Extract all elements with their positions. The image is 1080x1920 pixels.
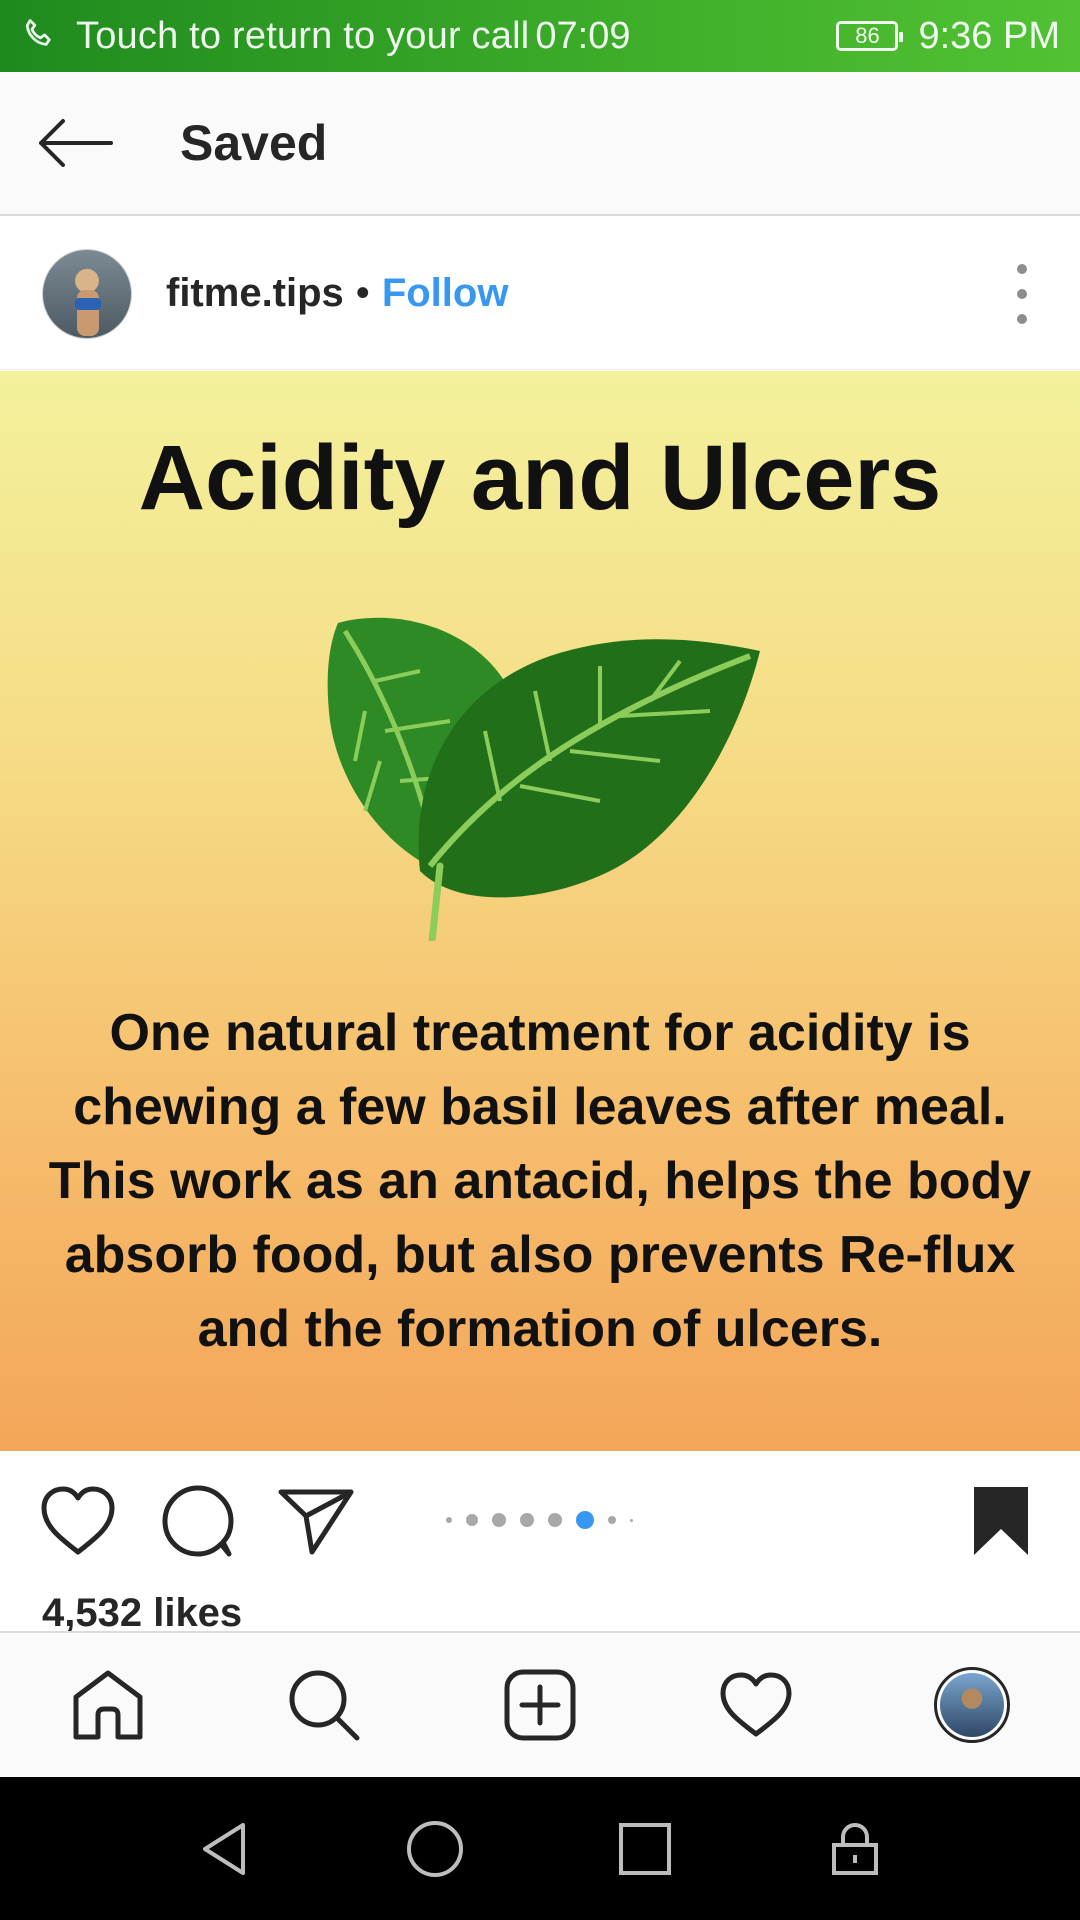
system-home-button[interactable] — [395, 1809, 475, 1889]
comment-icon — [162, 1485, 234, 1557]
post-image[interactable]: Acidity and Ulcers One natural treatment… — [0, 371, 1080, 1451]
back-button[interactable] — [20, 88, 130, 198]
profile-avatar — [934, 1667, 1010, 1743]
system-back-button[interactable] — [185, 1809, 265, 1889]
status-bar[interactable]: Touch to return to your call 07:09 86 9:… — [0, 0, 1080, 72]
carousel-indicator — [446, 1511, 647, 1529]
carousel-dot — [548, 1513, 562, 1527]
nav-profile[interactable] — [924, 1657, 1020, 1753]
carousel-dot — [446, 1517, 452, 1523]
heart-icon — [41, 1486, 115, 1555]
bottom-navigation — [0, 1631, 1080, 1777]
bookmark-icon — [974, 1487, 1028, 1555]
carousel-dot — [466, 1514, 478, 1526]
add-icon — [504, 1669, 576, 1741]
home-circle-icon — [407, 1820, 463, 1877]
more-dot — [1017, 288, 1027, 299]
share-button[interactable] — [276, 1481, 356, 1561]
likes-count[interactable]: 4,532 likes — [42, 1591, 242, 1635]
post-actions — [0, 1451, 1080, 1591]
carousel-dot — [630, 1518, 633, 1522]
home-icon — [73, 1670, 143, 1740]
more-dot — [1017, 263, 1027, 274]
carousel-dot — [608, 1516, 616, 1524]
nav-home[interactable] — [60, 1657, 156, 1753]
clock: 9:36 PM — [918, 14, 1060, 57]
more-dot — [1017, 313, 1027, 324]
return-to-call-text[interactable]: Touch to return to your call — [76, 15, 529, 58]
battery-level: 86 — [855, 23, 880, 48]
system-navigation-bar — [0, 1777, 1080, 1920]
recents-square-icon — [619, 1822, 671, 1875]
call-timer: 07:09 — [535, 14, 631, 57]
battery-icon: 86 — [836, 21, 904, 51]
carousel-dot-active — [576, 1511, 594, 1529]
comment-button[interactable] — [158, 1481, 238, 1561]
nav-search[interactable] — [276, 1657, 372, 1753]
lock-icon — [832, 1822, 878, 1875]
nav-add-post[interactable] — [492, 1657, 588, 1753]
follow-button[interactable]: Follow — [382, 271, 509, 316]
user-avatar[interactable] — [42, 248, 132, 339]
post-header: fitme.tips • Follow — [0, 218, 1080, 370]
activity-heart-icon — [720, 1672, 792, 1737]
image-body-text: One natural treatment for acidity is che… — [48, 1004, 1032, 1358]
carousel-dot — [492, 1513, 506, 1527]
system-lock-button[interactable] — [815, 1809, 895, 1889]
phone-icon — [25, 19, 51, 46]
more-options-button[interactable] — [1012, 263, 1032, 324]
back-arrow-icon — [39, 119, 113, 167]
share-icon — [278, 1489, 354, 1555]
page-title: Saved — [180, 115, 328, 171]
carousel-dot — [520, 1513, 534, 1527]
system-recents-button[interactable] — [605, 1809, 685, 1889]
image-title-text: Acidity and Ulcers — [138, 427, 942, 529]
back-triangle-icon — [203, 1822, 245, 1875]
nav-activity[interactable] — [708, 1657, 804, 1753]
search-icon — [289, 1670, 360, 1741]
save-button[interactable] — [966, 1481, 1036, 1561]
separator-dot: • — [355, 271, 370, 315]
app-header: Saved — [0, 72, 1080, 216]
like-button[interactable] — [38, 1481, 118, 1561]
basil-leaves-illustration — [327, 617, 760, 941]
username-link[interactable]: fitme.tips — [166, 271, 344, 316]
